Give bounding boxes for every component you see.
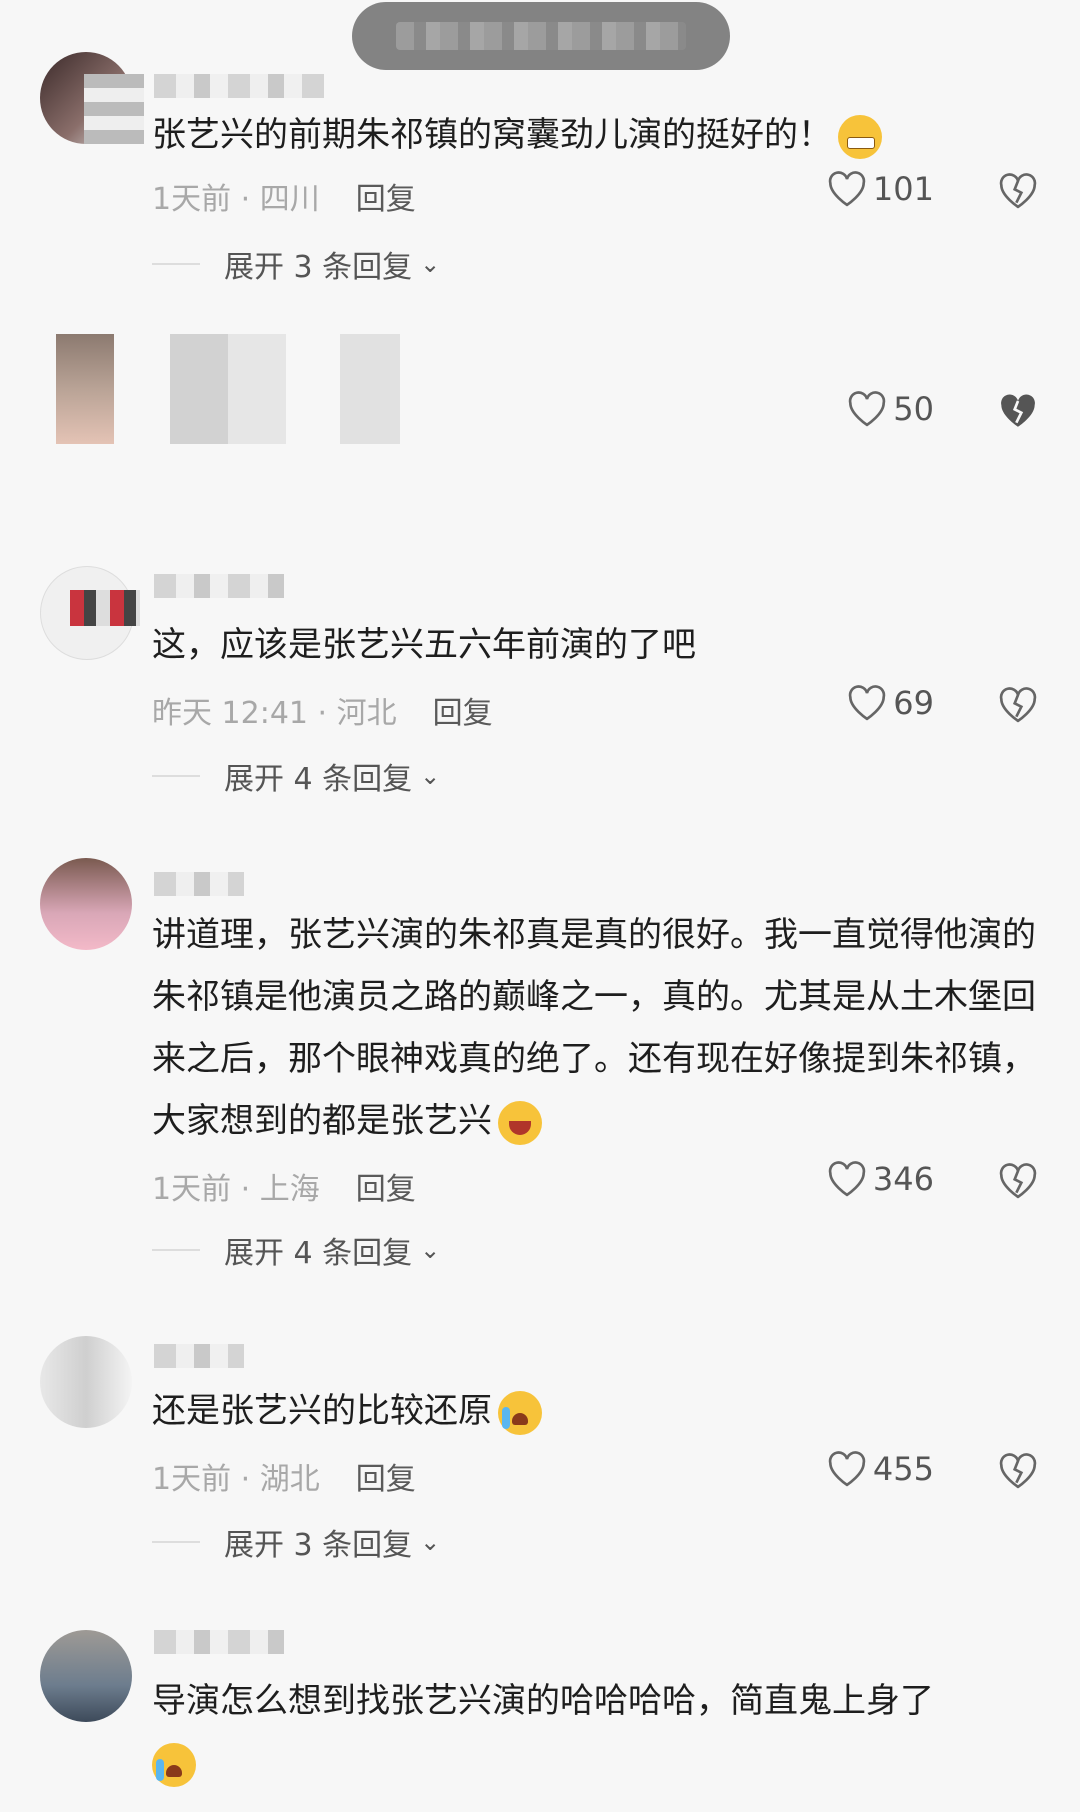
reply-button[interactable]: 回复 (356, 182, 416, 217)
name-redaction (84, 74, 144, 144)
comment-text: 张艺兴的前期朱祁镇的窝囊劲儿演的挺好的！ (152, 104, 1040, 166)
like-count: 69 (893, 684, 934, 722)
username[interactable] (154, 1344, 244, 1368)
username[interactable] (154, 872, 244, 896)
time-location: 1天前 · 上海 (152, 1172, 320, 1207)
broken-heart-icon[interactable] (998, 172, 1038, 210)
heart-outline-icon (849, 391, 886, 427)
like-count: 50 (893, 390, 934, 428)
reply-button[interactable]: 回复 (433, 696, 493, 731)
crying-laughing-emoji (152, 1742, 196, 1787)
heart-outline-icon (828, 171, 866, 207)
chevron-down-icon: ⌄ (420, 250, 441, 278)
broken-heart-icon[interactable] (998, 686, 1038, 724)
like-count: 455 (872, 1450, 934, 1488)
comment-meta: 1天前 · 湖北 回复 (152, 1454, 416, 1498)
reply-button[interactable]: 回复 (356, 1172, 416, 1207)
avatar[interactable] (40, 858, 132, 950)
username[interactable] (154, 74, 324, 98)
like-button[interactable]: 455 (827, 1450, 934, 1488)
like-button[interactable]: 346 (827, 1160, 934, 1198)
like-count: 101 (872, 170, 934, 208)
blurred-top-banner (352, 2, 730, 70)
broken-heart-icon[interactable] (998, 1452, 1038, 1490)
grinning-emoji (838, 114, 882, 159)
chevron-down-icon: ⌄ (420, 762, 441, 790)
chevron-down-icon: ⌄ (420, 1236, 441, 1264)
heart-outline-icon (849, 685, 886, 721)
avatar[interactable] (40, 1630, 132, 1722)
expand-replies[interactable]: 展开 4 条回复 ⌄ (152, 754, 440, 798)
expand-replies[interactable]: 展开 3 条回复 ⌄ (152, 242, 440, 286)
expand-replies[interactable]: 展开 4 条回复 ⌄ (152, 1228, 440, 1272)
expand-label: 展开 3 条回复 (224, 250, 413, 285)
avatar-redaction (70, 590, 140, 626)
laughing-emoji (498, 1100, 542, 1145)
heart-outline-icon (828, 1451, 866, 1487)
username[interactable] (154, 574, 284, 598)
comment-meta: 1天前 · 上海 回复 (152, 1164, 416, 1208)
comment-text: 讲道理，张艺兴演的朱祁真是真的很好。我一直觉得他演的朱祁镇是他演员之路的巅峰之一… (152, 904, 1040, 1152)
comment-meta: 1天前 · 四川 回复 (152, 174, 416, 218)
comment-text: 导演怎么想到找张艺兴演的哈哈哈哈，简直鬼上身了 (152, 1670, 1040, 1794)
avatar[interactable] (56, 334, 114, 444)
avatar[interactable] (40, 1336, 132, 1428)
chevron-down-icon: ⌄ (420, 1528, 441, 1556)
time-location: 1天前 · 四川 (152, 182, 320, 217)
expand-label: 展开 4 条回复 (224, 762, 413, 797)
like-button[interactable]: 101 (827, 170, 934, 208)
time-location: 昨天 12:41 · 河北 (152, 696, 397, 731)
reply-button[interactable]: 回复 (356, 1462, 416, 1497)
like-count: 346 (872, 1160, 934, 1198)
comment-text: 这，应该是张艺兴五六年前演的了吧 (152, 625, 696, 665)
comment-text: 还是张艺兴的比较还原 (152, 1380, 1040, 1442)
like-button[interactable]: 50 (847, 390, 934, 428)
comment-meta: 昨天 12:41 · 河北 回复 (152, 688, 493, 732)
redacted-content (170, 334, 286, 444)
broken-heart-icon[interactable] (998, 1162, 1038, 1200)
time-location: 1天前 · 湖北 (152, 1462, 320, 1497)
broken-heart-icon[interactable] (998, 392, 1038, 430)
expand-label: 展开 4 条回复 (224, 1236, 413, 1271)
heart-outline-icon (828, 1161, 866, 1197)
expand-replies[interactable]: 展开 3 条回复 ⌄ (152, 1520, 440, 1564)
username[interactable] (154, 1630, 284, 1654)
redacted-content (340, 334, 400, 444)
crying-laughing-emoji (498, 1390, 542, 1435)
like-button[interactable]: 69 (847, 684, 934, 722)
expand-label: 展开 3 条回复 (224, 1528, 413, 1563)
